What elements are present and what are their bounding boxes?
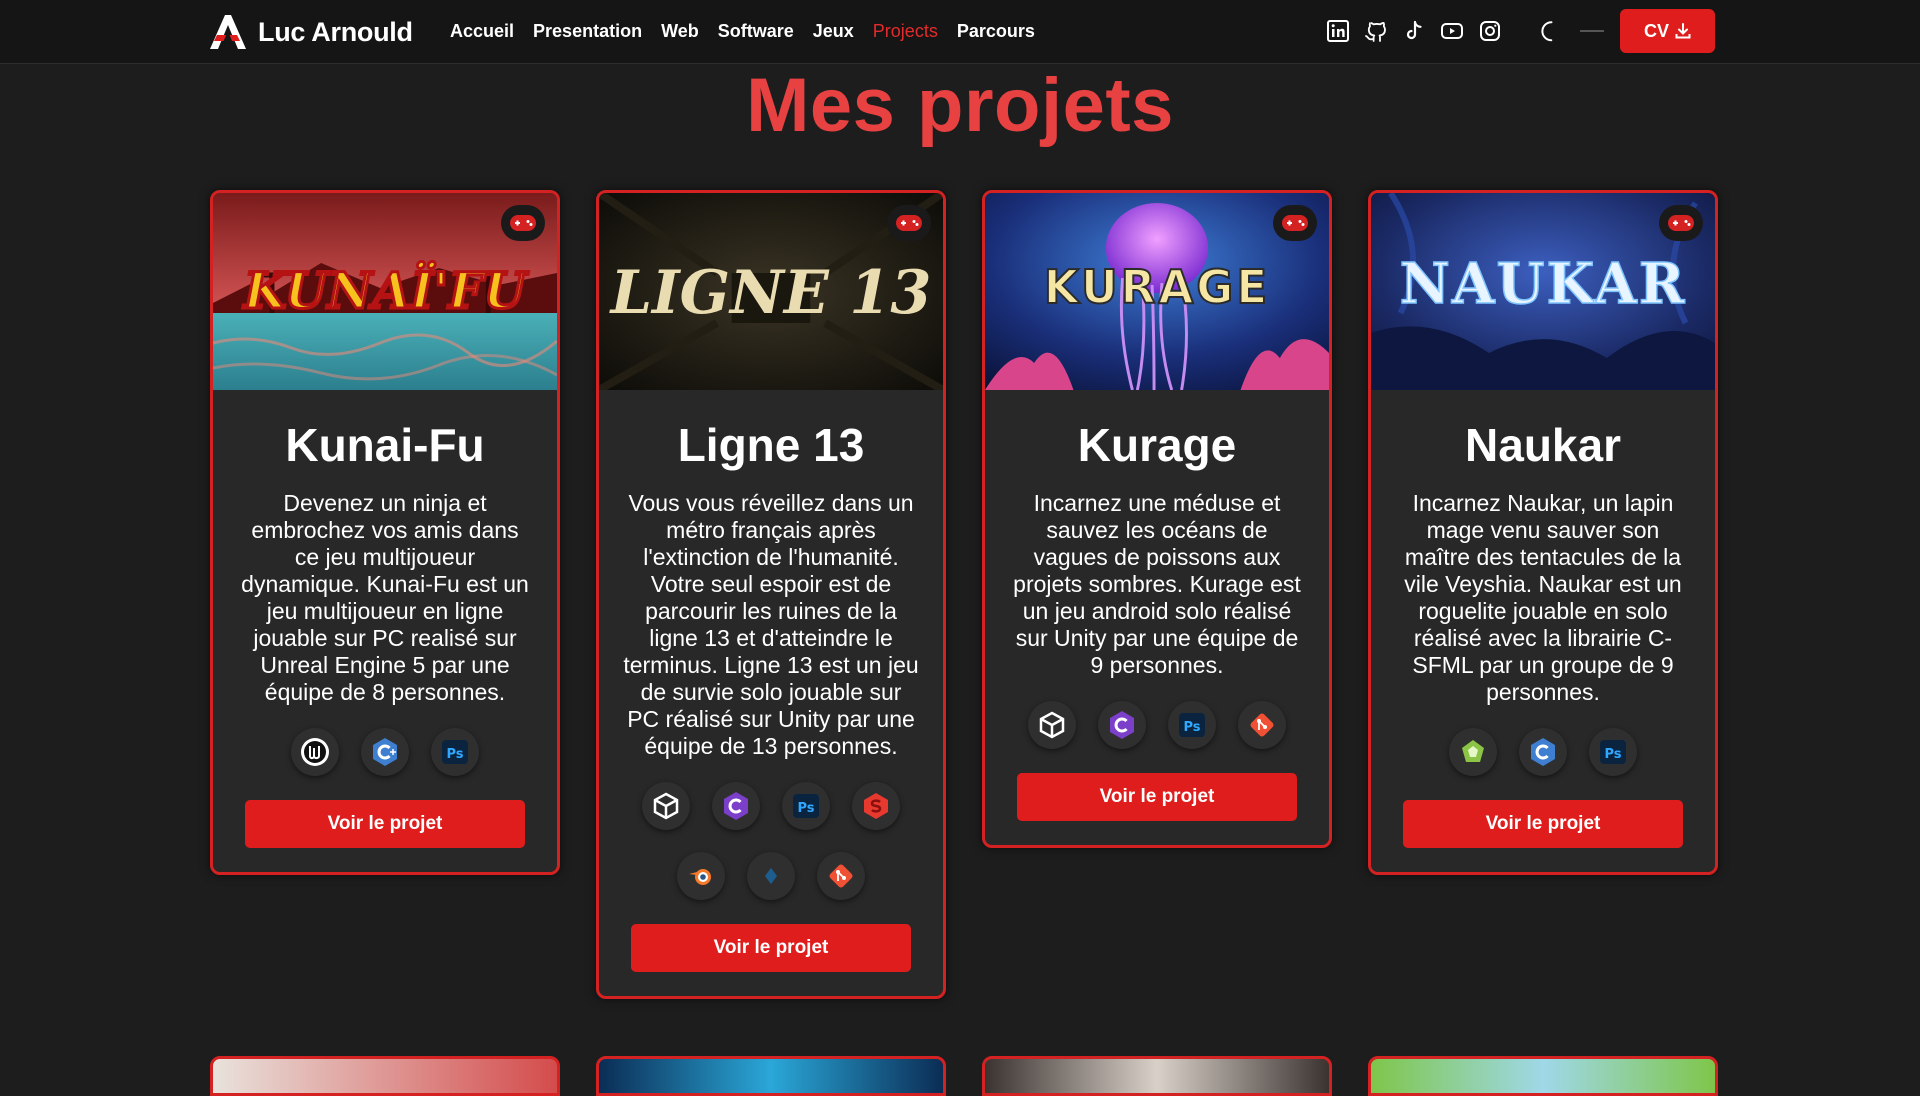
svg-text:Ps: Ps xyxy=(1604,747,1621,762)
project-image[interactable]: KURAGE xyxy=(985,193,1329,390)
c-icon xyxy=(1519,728,1567,776)
nav-link-jeux[interactable]: Jeux xyxy=(813,21,854,42)
photoshop-icon: Ps xyxy=(1168,701,1216,749)
page-title: Mes projets xyxy=(746,63,1174,148)
nav-link-presentation[interactable]: Presentation xyxy=(533,21,642,42)
tech-stack: Ps xyxy=(599,782,943,900)
tech-stack: Ps xyxy=(1371,728,1715,776)
github-icon[interactable] xyxy=(1364,19,1388,43)
unity-icon xyxy=(1028,701,1076,749)
brand-logo-icon xyxy=(210,15,246,49)
nav-link-software[interactable]: Software xyxy=(718,21,794,42)
photoshop-icon: Ps xyxy=(1589,728,1637,776)
project-card-naukar: NAUKAR Naukar Incarnez Naukar, un lapin … xyxy=(1368,190,1718,875)
gamepad-badge-icon xyxy=(1659,205,1703,241)
tech-stack: Ps xyxy=(213,728,557,776)
project-image[interactable]: LIGNE 13 xyxy=(599,193,943,390)
cpp-icon xyxy=(361,728,409,776)
nav-link-web[interactable]: Web xyxy=(661,21,699,42)
youtube-icon[interactable] xyxy=(1440,19,1464,43)
git-icon xyxy=(817,852,865,900)
cv-download-button[interactable]: CV xyxy=(1620,9,1715,53)
csharp-icon xyxy=(712,782,760,830)
photoshop-icon: Ps xyxy=(782,782,830,830)
unknown-tool-icon xyxy=(747,852,795,900)
substance-icon xyxy=(852,782,900,830)
project-description: Incarnez une méduse et sauvez les océans… xyxy=(1013,490,1301,678)
view-project-button[interactable]: Voir le projet xyxy=(631,924,911,972)
gamepad-badge-icon xyxy=(501,205,545,241)
nav-links: Accueil Presentation Web Software Jeux P… xyxy=(450,0,1035,62)
project-title: Ligne 13 xyxy=(677,419,865,471)
banner-text: NAUKAR xyxy=(1400,252,1687,318)
nav-link-accueil[interactable]: Accueil xyxy=(450,21,514,42)
view-project-button[interactable]: Voir le projet xyxy=(1403,800,1683,848)
git-icon xyxy=(1238,701,1286,749)
blender-icon xyxy=(677,852,725,900)
svg-text:Ps: Ps xyxy=(797,801,814,816)
project-image[interactable]: NAUKAR xyxy=(1371,193,1715,390)
project-title: Naukar xyxy=(1465,419,1621,471)
project-description: Vous vous réveillez dans un métro frança… xyxy=(623,490,919,759)
project-card-partial[interactable] xyxy=(596,1056,946,1096)
project-card-kunai-fu: KUNAÏ'FU Kunai-Fu Devenez un ninja et em… xyxy=(210,190,560,875)
download-icon xyxy=(1675,23,1691,39)
navbar-divider xyxy=(1580,30,1604,32)
sfml-icon xyxy=(1449,728,1497,776)
project-card-kurage: KURAGE Kurage Incarnez une méduse et sau… xyxy=(982,190,1332,848)
project-card-partial[interactable] xyxy=(982,1056,1332,1096)
project-description: Devenez un ninja et embrochez vos amis d… xyxy=(241,490,529,705)
navbar: Luc Arnould Accueil Presentation Web Sof… xyxy=(0,0,1920,64)
cv-button-label: CV xyxy=(1643,20,1669,41)
banner-text: LIGNE 13 xyxy=(609,258,932,329)
tiktok-icon[interactable] xyxy=(1402,19,1426,43)
unity-icon xyxy=(642,782,690,830)
project-description: Incarnez Naukar, un lapin mage venu sauv… xyxy=(1404,490,1682,705)
social-links xyxy=(1326,0,1502,62)
linkedin-icon[interactable] xyxy=(1326,19,1350,43)
unreal-engine-icon xyxy=(291,728,339,776)
photoshop-icon: Ps xyxy=(431,728,479,776)
project-image[interactable]: KUNAÏ'FU xyxy=(213,193,557,390)
csharp-icon xyxy=(1098,701,1146,749)
tech-stack: Ps xyxy=(985,701,1329,749)
instagram-icon[interactable] xyxy=(1478,19,1502,43)
project-card-partial[interactable] xyxy=(210,1056,560,1096)
view-project-button[interactable]: Voir le projet xyxy=(245,800,525,848)
nav-link-parcours[interactable]: Parcours xyxy=(957,21,1035,42)
gamepad-badge-icon xyxy=(1273,205,1317,241)
dark-mode-moon-icon[interactable] xyxy=(1535,18,1563,46)
project-title: Kunai-Fu xyxy=(285,419,485,471)
banner-text: KUNAÏ'FU xyxy=(242,260,529,321)
project-title: Kurage xyxy=(1077,419,1237,471)
svg-text:Ps: Ps xyxy=(1183,720,1200,735)
nav-link-projects[interactable]: Projects xyxy=(873,21,938,42)
project-card-partial[interactable] xyxy=(1368,1056,1718,1096)
view-project-button[interactable]: Voir le projet xyxy=(1017,773,1297,821)
project-card-ligne-13: LIGNE 13 Ligne 13 Vous vous réveillez da… xyxy=(596,190,946,999)
banner-text: KURAGE xyxy=(1044,261,1270,314)
svg-text:Ps: Ps xyxy=(446,747,463,762)
gamepad-badge-icon xyxy=(887,205,931,241)
brand-name: Luc Arnould xyxy=(258,16,413,47)
brand[interactable]: Luc Arnould xyxy=(206,10,413,54)
